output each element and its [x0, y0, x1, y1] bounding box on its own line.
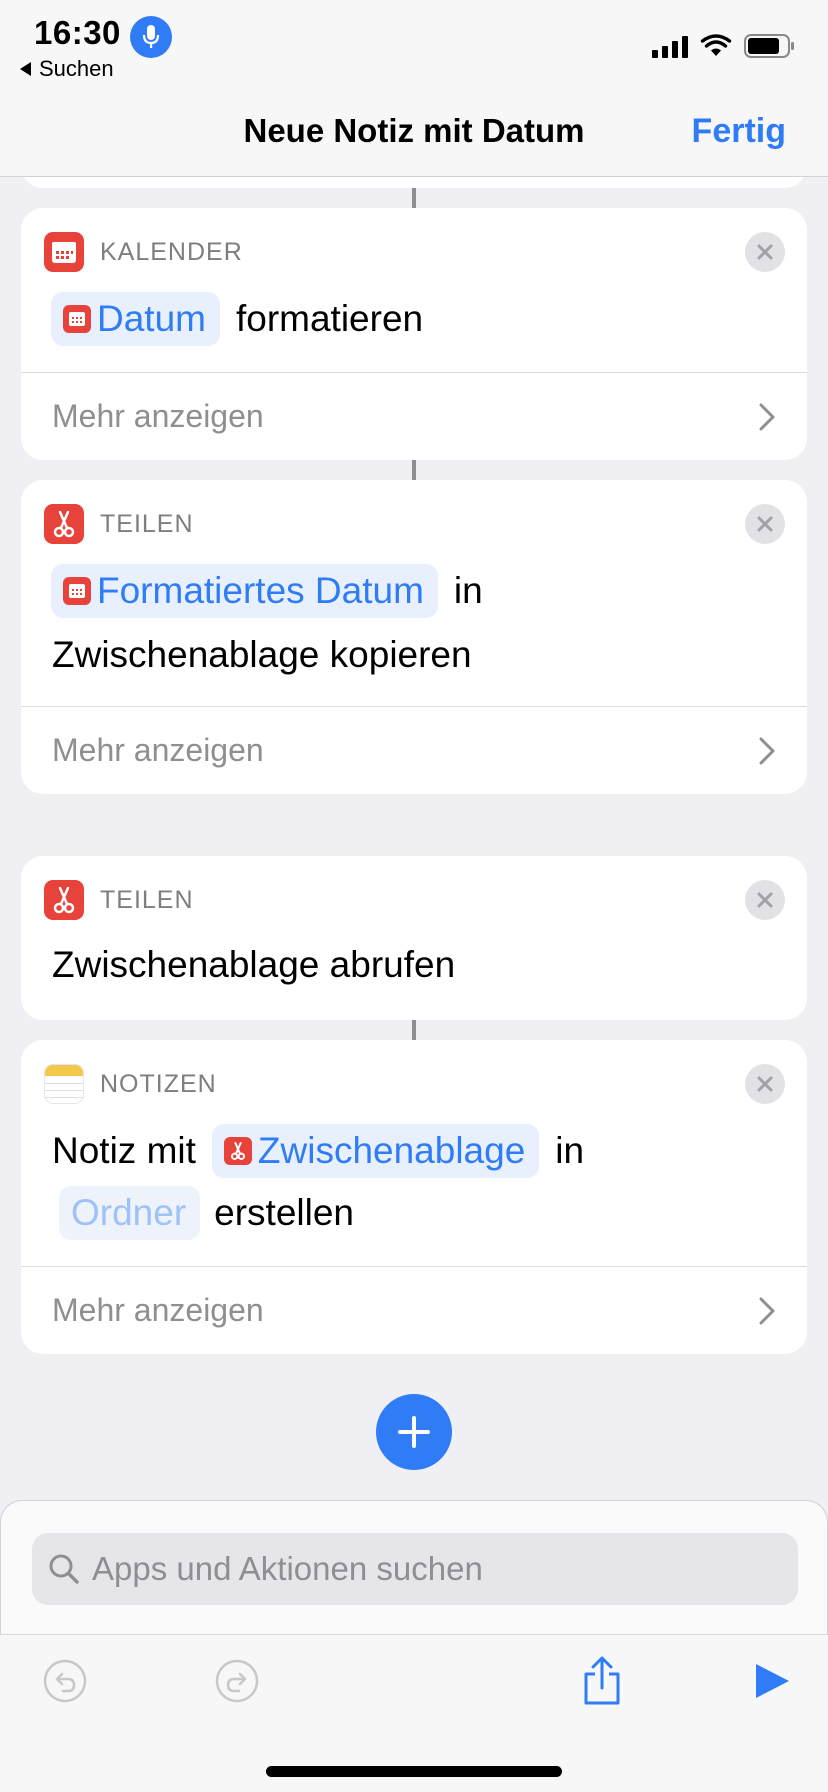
scissors-app-icon: [44, 880, 84, 920]
chevron-right-icon: [759, 1297, 775, 1325]
battery-icon: [744, 34, 794, 58]
status-time: 16:30: [34, 14, 121, 51]
remove-action-button[interactable]: [745, 880, 785, 920]
close-icon: [757, 516, 773, 532]
action-card-copy-clipboard[interactable]: TEILEN Formatiertes Datum in Zwischenabl…: [21, 480, 807, 794]
share-icon: [584, 1656, 620, 1705]
variable-token-formatted-date[interactable]: Formatiertes Datum: [51, 564, 438, 618]
close-icon: [757, 1076, 773, 1092]
navigation-bar: Neue Notiz mit Datum Fertig: [0, 82, 828, 177]
action-app-label: TEILEN: [100, 509, 194, 538]
back-triangle-icon: [20, 62, 31, 76]
action-app-label: TEILEN: [100, 885, 194, 914]
calendar-icon: [63, 305, 91, 333]
action-text-mid: in: [555, 1130, 585, 1171]
action-sentence: Datum formatieren: [51, 292, 423, 346]
action-header: TEILEN: [44, 880, 194, 920]
action-card-get-clipboard[interactable]: TEILEN Zwischenablage abrufen: [21, 856, 807, 1020]
action-text-suffix: erstellen: [214, 1192, 355, 1233]
search-icon: [49, 1554, 79, 1584]
cellular-signal-icon: [652, 34, 688, 58]
connector-line: [412, 188, 416, 208]
wifi-icon: [700, 34, 732, 56]
microphone-icon: [130, 16, 172, 58]
remove-action-button[interactable]: [745, 504, 785, 544]
show-more-row[interactable]: Mehr anzeigen: [21, 372, 807, 460]
action-header: TEILEN: [44, 504, 194, 544]
redo-icon: [215, 1659, 259, 1703]
system-icons: [652, 34, 796, 58]
show-more-label: Mehr anzeigen: [52, 732, 264, 768]
action-text: in: [453, 570, 483, 611]
back-app-label: Suchen: [39, 56, 114, 81]
chevron-right-icon: [759, 737, 775, 765]
chevron-right-icon: [759, 403, 775, 431]
share-button[interactable]: [578, 1656, 626, 1705]
close-icon: [757, 244, 773, 260]
scissors-icon: [223, 1137, 252, 1165]
folder-parameter-token[interactable]: Ordner: [59, 1186, 201, 1240]
token-label: Datum: [97, 298, 206, 339]
action-sentence: Zwischenablage abrufen: [52, 944, 456, 985]
plus-icon: [398, 1416, 430, 1448]
calendar-app-icon: [44, 232, 84, 272]
token-label: Ordner: [71, 1192, 187, 1233]
show-more-label: Mehr anzeigen: [52, 1292, 264, 1328]
action-app-label: NOTIZEN: [100, 1069, 217, 1098]
actions-sheet: Apps und Aktionen suchen: [0, 1500, 828, 1634]
show-more-row[interactable]: Mehr anzeigen: [21, 1266, 807, 1354]
variable-token-clipboard[interactable]: Zwischenablage: [211, 1124, 540, 1178]
notes-app-icon: [44, 1064, 84, 1104]
action-text-line2: Zwischenablage kopieren: [52, 634, 472, 675]
status-bar: 16:30 Suchen: [0, 0, 828, 82]
action-text-prefix: Notiz mit: [52, 1130, 196, 1171]
token-label: Formatiertes Datum: [97, 570, 424, 611]
remove-action-button[interactable]: [745, 232, 785, 272]
redo-button[interactable]: [213, 1657, 261, 1705]
undo-icon: [43, 1659, 87, 1703]
run-shortcut-button[interactable]: [748, 1657, 796, 1705]
search-placeholder: Apps und Aktionen suchen: [92, 1550, 483, 1587]
action-header: NOTIZEN: [44, 1064, 217, 1104]
action-sentence: Notiz mit Zwischenablage in: [52, 1124, 584, 1178]
action-header: KALENDER: [44, 232, 243, 272]
show-more-row[interactable]: Mehr anzeigen: [21, 706, 807, 794]
action-text: formatieren: [235, 298, 424, 339]
home-indicator: [266, 1766, 562, 1777]
search-input[interactable]: Apps und Aktionen suchen: [32, 1533, 798, 1605]
connector-line: [412, 1020, 416, 1040]
play-icon: [756, 1664, 789, 1698]
undo-button[interactable]: [41, 1657, 89, 1705]
action-card-create-note[interactable]: NOTIZEN Notiz mit Zwischenablage in Ordn…: [21, 1040, 807, 1354]
calendar-icon: [63, 577, 91, 605]
variable-token-date[interactable]: Datum: [51, 292, 220, 346]
done-button[interactable]: Fertig: [692, 112, 786, 151]
close-icon: [757, 892, 773, 908]
action-app-label: KALENDER: [100, 237, 243, 266]
action-card-format-date[interactable]: KALENDER Datum formatieren Mehr anzeigen: [21, 208, 807, 460]
show-more-label: Mehr anzeigen: [52, 398, 264, 434]
back-to-app-button[interactable]: Suchen: [20, 56, 114, 82]
add-action-button[interactable]: [376, 1394, 452, 1470]
token-label: Zwischenablage: [257, 1130, 526, 1171]
remove-action-button[interactable]: [745, 1064, 785, 1104]
connector-line: [412, 460, 416, 480]
scissors-app-icon: [44, 504, 84, 544]
action-sentence-line2: Ordner erstellen: [59, 1186, 354, 1240]
action-sentence: Formatiertes Datum in: [51, 564, 483, 618]
